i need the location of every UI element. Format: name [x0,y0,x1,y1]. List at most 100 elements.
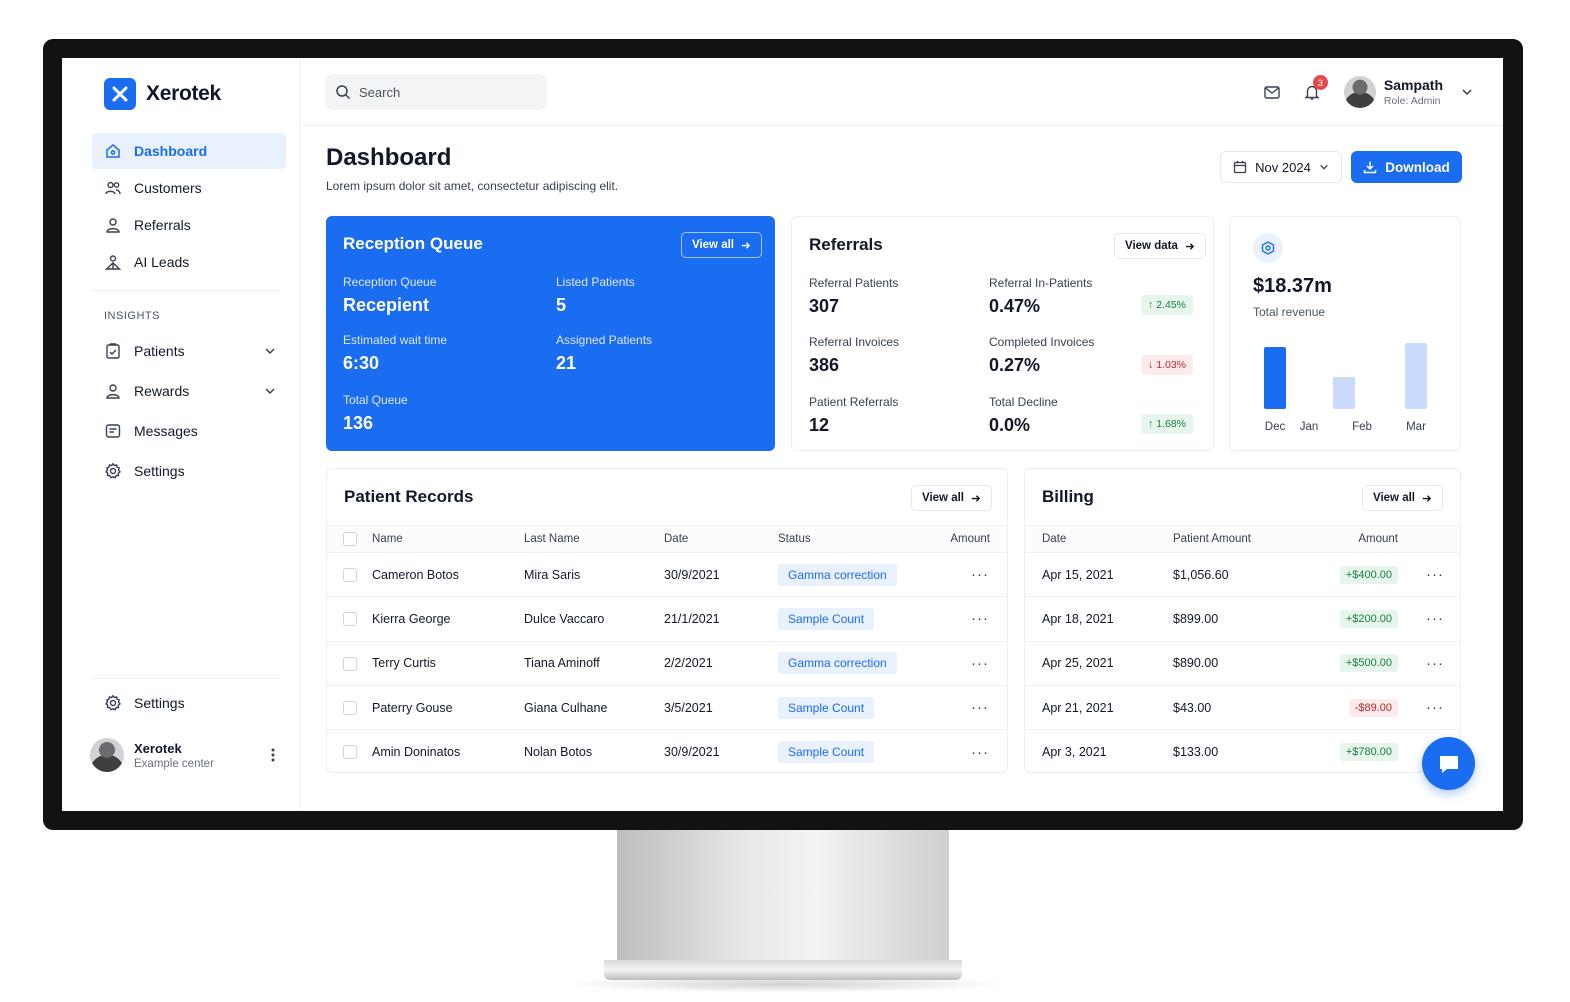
revenue-icon [1253,233,1283,263]
logo[interactable]: Xerotek [104,78,221,110]
billing-title: Billing [1042,487,1094,506]
search-box[interactable] [325,74,547,110]
chevron-down-icon[interactable] [264,385,276,397]
table-row[interactable]: Cameron Botos Mira Saris 30/9/2021 Gamma… [327,552,1007,598]
home-icon [106,144,120,158]
table-row[interactable]: Kierra George Dulce Vaccaro 21/1/2021 Sa… [327,596,1007,642]
screen: Xerotek Dashboard Customers Referrals AI… [62,58,1503,811]
stat-value: 0.27% [989,355,1041,375]
referral-stat: Patient Referrals 12 [809,395,898,436]
billing-card: Billing View all Date Patient Amount Amo… [1024,468,1461,773]
profile-menu[interactable]: Sampath Role: Admin [1343,76,1473,108]
more-options-icon[interactable]: ··· [928,641,1007,686]
table-row[interactable]: Apr 18, 2021 $899.00 +$200.00 ··· [1025,596,1460,642]
more-options-icon[interactable]: ··· [928,552,1007,598]
reception-view-all-button[interactable]: View all [681,232,762,258]
billing-table: Date Patient Amount Amount Apr 15, 2021 … [1025,525,1460,774]
sidebar-user[interactable]: Xerotek Example center [90,738,280,772]
chevron-down-icon[interactable] [264,345,276,357]
sidebar-item-patients[interactable]: Patients [92,331,286,371]
sidebar-item-referrals[interactable]: Referrals [92,207,286,243]
sidebar-item-label: Referrals [134,217,191,233]
row-checkbox[interactable] [343,568,357,582]
change-badge-down: ↓ 1.03% [1141,355,1194,375]
sidebar-item-ai-leads[interactable]: AI Leads [92,244,286,280]
arrow-down-icon: ↓ [1148,359,1154,371]
billing-patient-amount: $1,056.60 [1173,552,1313,598]
column-header: Date [1025,525,1173,553]
more-options-icon[interactable]: ··· [1410,552,1460,598]
table-row[interactable]: Paterry Gouse Giana Culhane 3/5/2021 Sam… [327,685,1007,731]
kebab-menu-icon[interactable] [266,747,280,763]
view-all-label: View all [692,239,734,251]
sidebar-item-settings[interactable]: Settings [92,451,286,491]
sidebar-item-dashboard[interactable]: Dashboard [92,133,286,169]
sidebar: Xerotek Dashboard Customers Referrals AI… [62,58,300,811]
bottom-settings-label: Settings [134,695,185,711]
download-button[interactable]: Download [1351,151,1462,183]
view-all-label: View all [1373,492,1415,504]
sidebar-item-customers[interactable]: Customers [92,170,286,206]
table-row[interactable]: Apr 21, 2021 $43.00 -$89.00 ··· [1025,685,1460,731]
gear-icon [104,462,122,479]
amount-badge: -$89.00 [1348,698,1398,717]
billing-date: Apr 18, 2021 [1025,596,1173,642]
change-value: 1.03% [1156,359,1187,371]
column-header-actions [1410,525,1460,553]
table-row[interactable]: Apr 25, 2021 $890.00 +$500.00 ··· [1025,641,1460,686]
more-options-icon[interactable]: ··· [1410,641,1460,686]
stat-label: Total Decline [989,395,1058,409]
profile-role: Role: Admin [1383,95,1441,107]
notifications-button[interactable]: 3 [1294,74,1330,110]
table-row[interactable]: Apr 3, 2021 $133.00 +$780.00 [1025,730,1460,774]
stat-value: 5 [556,295,567,315]
billing-view-all-button[interactable]: View all [1362,485,1443,511]
table-row[interactable]: Apr 15, 2021 $1,056.60 +$400.00 ··· [1025,552,1460,598]
column-header: Last Name [524,525,664,553]
change-badge-up: ↑ 2.45% [1141,295,1194,315]
sidebar-item-label: Rewards [134,383,190,399]
stat-value: 136 [343,413,374,433]
avatar [1343,76,1376,108]
chat-button[interactable] [1422,737,1475,790]
row-checkbox[interactable] [343,612,357,627]
arrow-right-icon [1422,494,1432,502]
select-all-checkbox[interactable] [343,532,357,546]
patient-last-name: Nolan Botos [524,745,593,760]
more-options-icon[interactable]: ··· [928,685,1007,731]
view-data-button[interactable]: View data [1114,233,1206,259]
bar-mar [1405,343,1427,409]
patient-records-view-all-button[interactable]: View all [911,485,992,511]
row-checkbox[interactable] [343,656,357,671]
insights-nav: Patients Rewards Messages Settings [92,331,286,491]
mail-button[interactable] [1254,74,1290,110]
stat-label: Completed Invoices [989,335,1095,349]
stat-label: Patient Referrals [809,395,899,409]
referrals-title: Referrals [809,235,883,254]
search-input[interactable] [359,84,529,100]
sidebar-item-messages[interactable]: Messages [92,411,286,451]
billing-patient-amount: $43.00 [1173,685,1313,731]
more-options-icon[interactable]: ··· [928,596,1007,642]
more-options-icon[interactable]: ··· [1410,596,1460,642]
stat-label: Total Queue [343,393,408,407]
logo-x-icon [104,78,136,110]
stat-label: Referral Patients [809,276,899,290]
table-row[interactable]: Terry Curtis Tiana Aminoff 2/2/2021 Gamm… [327,641,1007,686]
sidebar-bottom-settings[interactable]: Settings [104,694,185,712]
chevron-down-icon[interactable] [1461,86,1473,98]
row-checkbox[interactable] [343,700,357,715]
arrow-right-icon [1185,242,1194,250]
more-options-icon[interactable]: ··· [1410,685,1460,731]
date-filter-dropdown[interactable]: Nov 2024 [1220,151,1342,183]
table-row[interactable]: Amin Doninatos Nolan Botos 30/9/2021 Sam… [327,730,1007,774]
patient-last-name: Dulce Vaccaro [524,596,664,642]
main-nav: Dashboard Customers Referrals AI Leads [92,133,286,281]
sidebar-item-rewards[interactable]: Rewards [92,371,286,411]
billing-patient-amount: $899.00 [1173,596,1313,642]
change-badge-up: ↑ 1.68% [1141,414,1194,434]
table-header-row: Name Last Name Date Status Amount [327,525,1007,553]
row-checkbox[interactable] [343,745,357,760]
stat-label: Listed Patients [556,275,635,289]
more-options-icon[interactable]: ··· [928,730,1007,774]
